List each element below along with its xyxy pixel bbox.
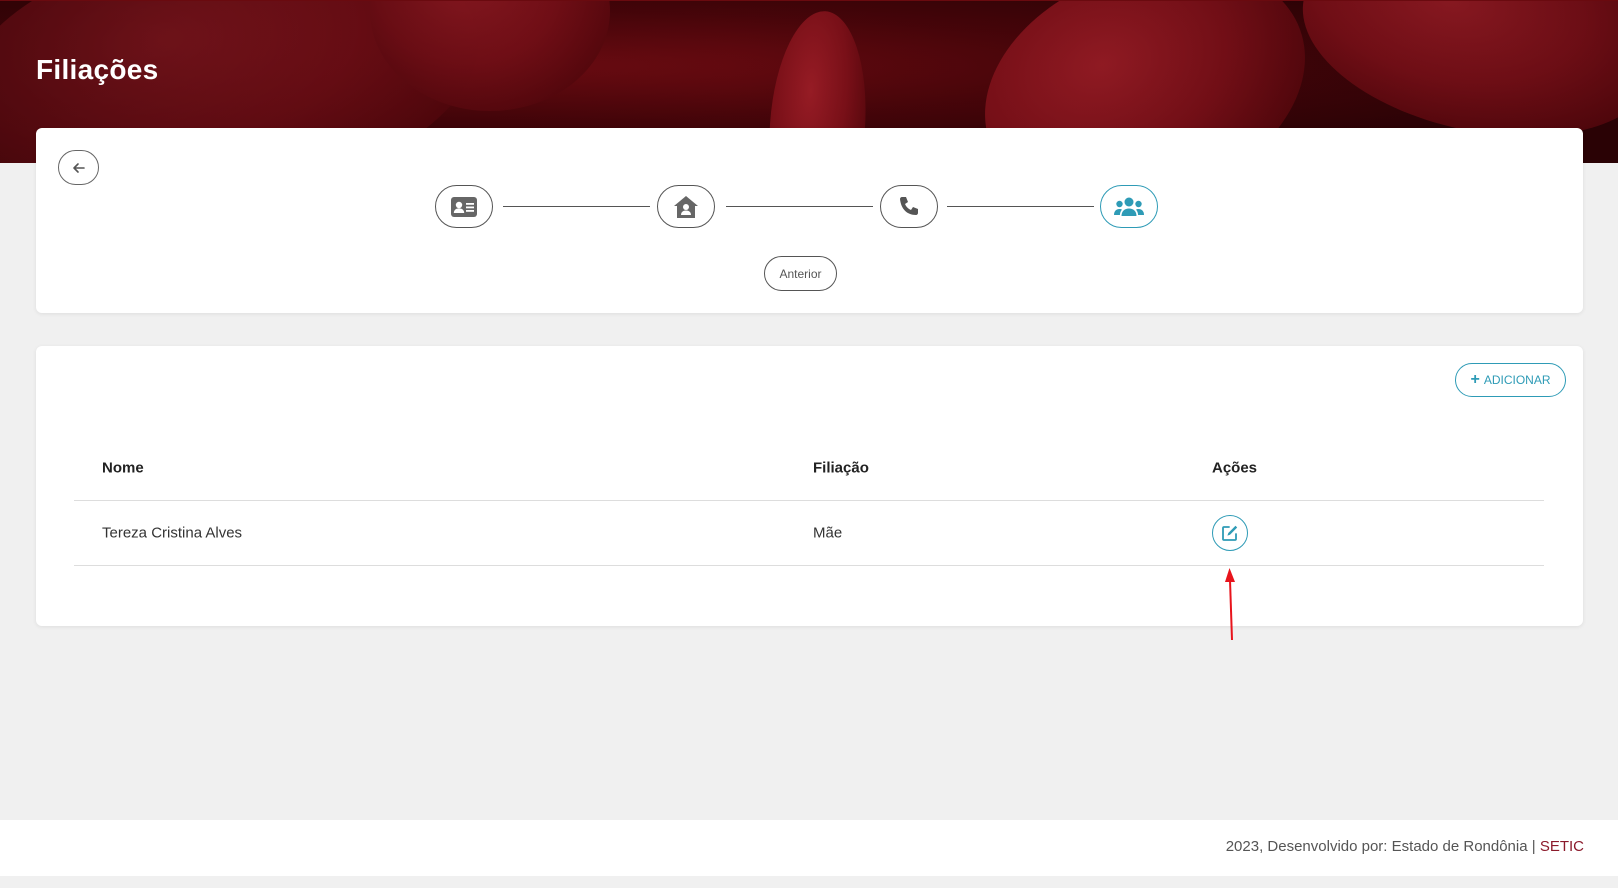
arrow-left-icon xyxy=(72,162,85,173)
phone-icon xyxy=(900,196,918,215)
footer: 2023, Desenvolvido por: Estado de Rondôn… xyxy=(0,820,1618,876)
column-header-nome: Nome xyxy=(102,459,144,477)
step-filiations[interactable] xyxy=(1100,185,1158,228)
page-title: Filiações xyxy=(36,54,159,85)
column-header-acoes: Ações xyxy=(1212,459,1258,477)
filiations-card: + ADICIONAR Nome Filiação Ações Tereza C… xyxy=(36,346,1583,626)
edit-icon xyxy=(1222,525,1238,541)
footer-link-setic[interactable]: SETIC xyxy=(1540,838,1584,855)
cell-nome: Tereza Cristina Alves xyxy=(102,524,243,542)
page: Filiações Anterior + ADICIONAR Nome Fili… xyxy=(0,0,1618,888)
id-card-icon xyxy=(451,196,477,217)
plus-icon: + xyxy=(1470,371,1480,388)
filiations-table: Nome Filiação Ações Tereza Cristina Alve… xyxy=(74,436,1544,566)
column-header-filiacao: Filiação xyxy=(813,459,869,477)
back-button[interactable] xyxy=(58,150,99,185)
previous-button[interactable]: Anterior xyxy=(764,256,837,291)
cell-filiacao: Mãe xyxy=(813,524,843,542)
step-personal-data[interactable] xyxy=(435,185,493,228)
footer-bottom-strip xyxy=(0,876,1618,888)
table-row: Tereza Cristina Alves Mãe xyxy=(74,501,1544,566)
users-icon xyxy=(1114,197,1144,216)
footer-credits: 2023, Desenvolvido por: Estado de Rondôn… xyxy=(1226,838,1584,855)
edit-button[interactable] xyxy=(1212,515,1248,551)
add-button-label: ADICIONAR xyxy=(1483,373,1551,387)
stepper-card: Anterior xyxy=(36,128,1583,313)
step-address[interactable] xyxy=(657,185,715,228)
table-header: Nome Filiação Ações xyxy=(74,436,1544,501)
house-user-icon xyxy=(674,195,698,218)
footer-text: 2023, Desenvolvido por: Estado de Rondôn… xyxy=(1225,838,1540,855)
add-button[interactable]: + ADICIONAR xyxy=(1455,363,1566,397)
step-contact[interactable] xyxy=(880,185,938,228)
annotation-arrow-icon xyxy=(1225,568,1235,641)
